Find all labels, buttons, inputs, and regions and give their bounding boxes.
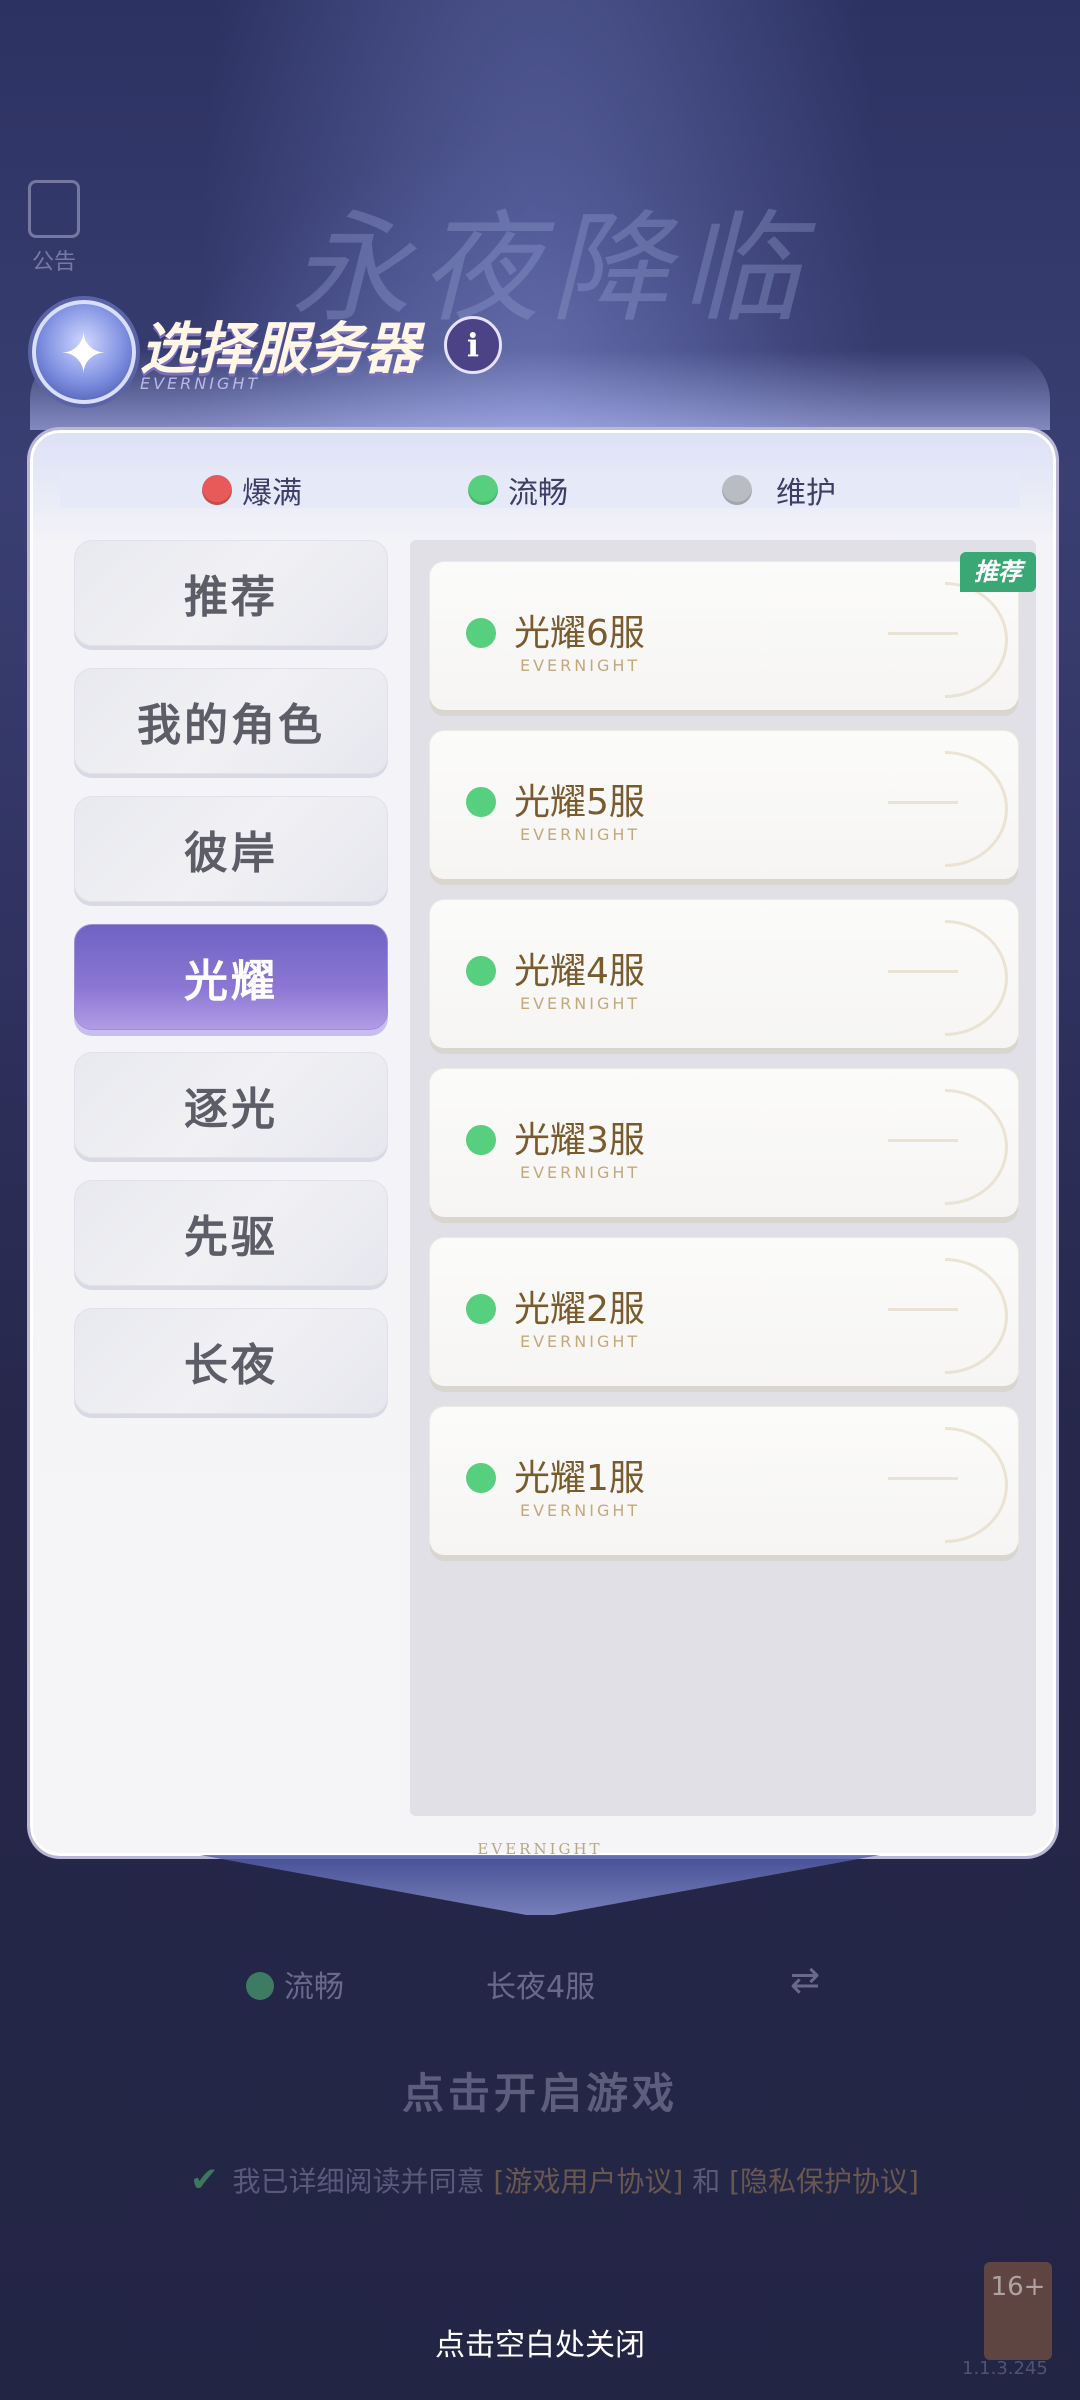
server-name: 光耀6服 [514, 613, 645, 654]
notice-button[interactable]: 公告 [24, 180, 84, 280]
server-subtitle: EVERNIGHT [520, 1332, 641, 1351]
dialog-title-bar: ✦ 选择服务器 EVERNIGHT i [20, 290, 1000, 404]
status-dot-icon [466, 1294, 496, 1324]
dialog-title-sub: EVERNIGHT [140, 374, 261, 393]
server-item[interactable]: 光耀6服 EVERNIGHT [430, 562, 1018, 710]
checkmark-icon: ✔ [190, 2160, 219, 2200]
ornament-icon [945, 1089, 1008, 1205]
start-game-label: 点击开启游戏 [401, 2069, 678, 2118]
server-subtitle: EVERNIGHT [520, 656, 641, 675]
server-item[interactable]: 光耀1服 EVERNIGHT [430, 1407, 1018, 1555]
tab-zhuguang[interactable]: 逐光 [74, 1052, 388, 1158]
ornament-line [888, 1308, 958, 1311]
server-subtitle: EVERNIGHT [520, 1501, 641, 1520]
legend-full: 爆满 [202, 472, 302, 511]
tab-my-characters[interactable]: 我的角色 [74, 668, 388, 774]
green-dot-icon [468, 475, 498, 505]
status-dot-icon [466, 1463, 496, 1493]
legend-full-label: 爆满 [242, 476, 302, 511]
red-dot-icon [202, 475, 232, 505]
server-name: 光耀3服 [514, 1120, 645, 1161]
ornament-icon [945, 1427, 1008, 1543]
status-dot-icon [466, 1125, 496, 1155]
ornament-line [888, 970, 958, 973]
notice-label: 公告 [31, 250, 76, 275]
server-item[interactable]: 光耀5服 EVERNIGHT [430, 731, 1018, 879]
status-dot-icon [466, 956, 496, 986]
agree-and: 和 [692, 2165, 721, 2198]
legend-maintenance-label: 维护 [776, 476, 836, 511]
star-emblem-icon: ✦ [32, 300, 136, 404]
info-icon[interactable]: i [444, 316, 502, 374]
ornament-icon [945, 1258, 1008, 1374]
server-subtitle: EVERNIGHT [520, 825, 641, 844]
ornament-line [888, 1477, 958, 1480]
dialog-title: 选择服务器 [140, 316, 420, 382]
gray-dot-icon [722, 475, 752, 505]
server-subtitle: EVERNIGHT [520, 994, 641, 1013]
legend-smooth-label: 流畅 [508, 476, 568, 511]
tab-recommend[interactable]: 推荐 [74, 540, 388, 646]
server-item[interactable]: 光耀4服 EVERNIGHT [430, 900, 1018, 1048]
dialog-footer-label: EVERNIGHT [477, 1840, 603, 1858]
tab-xianqu[interactable]: 先驱 [74, 1180, 388, 1286]
tab-guangyao[interactable]: 光耀 [74, 924, 388, 1030]
user-agreement-link: [游戏用户协议] [493, 2165, 684, 2198]
ornament-icon [945, 920, 1008, 1036]
status-legend: 爆满 流畅 维护 [60, 472, 1020, 511]
current-server-label: 长夜4服 [486, 1970, 596, 2005]
server-status-label: 流畅 [284, 1970, 344, 2005]
close-hint[interactable]: 点击空白处关闭 [0, 2320, 1080, 2364]
switch-server-icon: ⇄ [790, 1960, 821, 2001]
notice-icon [28, 180, 80, 238]
legend-smooth: 流畅 [468, 472, 568, 511]
privacy-agreement-link: [隐私保护协议] [729, 2165, 919, 2198]
server-name: 光耀1服 [514, 1458, 645, 1499]
ornament-line [888, 801, 958, 804]
server-item[interactable]: 光耀2服 EVERNIGHT [430, 1238, 1018, 1386]
server-name: 光耀4服 [514, 951, 645, 992]
tab-changye[interactable]: 长夜 [74, 1308, 388, 1414]
recommend-badge: 推荐 [960, 552, 1036, 592]
ornament-line [888, 1139, 958, 1142]
legend-maintenance: 维护 [722, 472, 836, 511]
server-name: 光耀2服 [514, 1289, 645, 1330]
server-name: 光耀5服 [514, 782, 645, 823]
status-dot-icon [466, 618, 496, 648]
tab-bian[interactable]: 彼岸 [74, 796, 388, 902]
ornament-icon [945, 751, 1008, 867]
agree-prefix: 我已详细阅读并同意 [232, 2165, 485, 2198]
ornament-icon [945, 582, 1008, 698]
ornament-line [888, 632, 958, 635]
server-item[interactable]: 光耀3服 EVERNIGHT [430, 1069, 1018, 1217]
server-subtitle: EVERNIGHT [520, 1163, 641, 1182]
status-dot-icon [466, 787, 496, 817]
server-status-dot-icon [246, 1972, 274, 2000]
agreement-row: ✔ 我已详细阅读并同意 [游戏用户协议] 和 [隐私保护协议] [190, 2160, 919, 2200]
